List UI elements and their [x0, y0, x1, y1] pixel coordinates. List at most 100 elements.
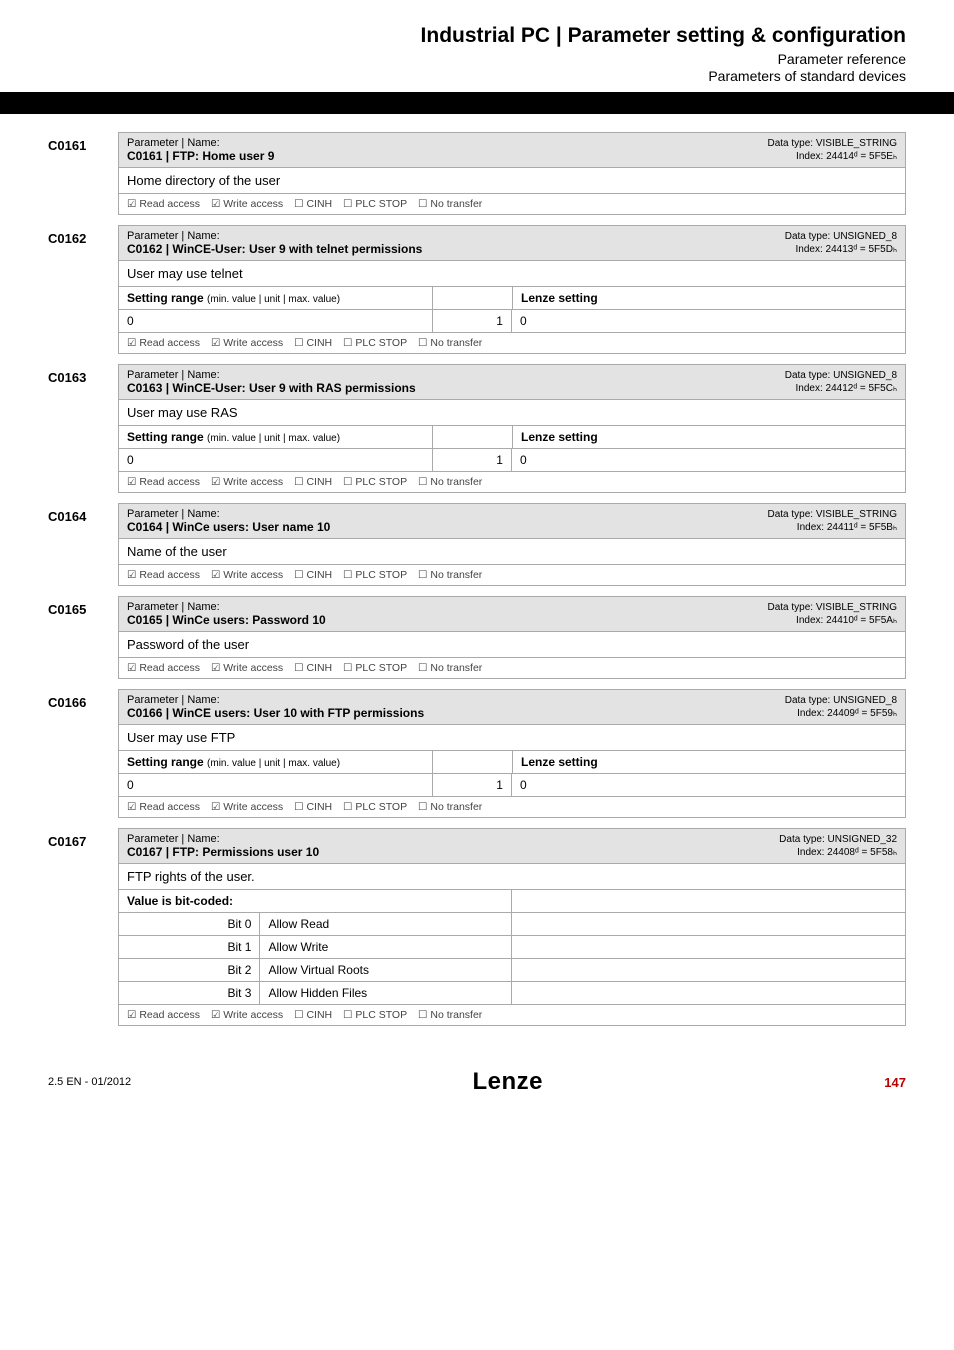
param-code: C0161	[48, 132, 102, 215]
access-flags: ☑ Read access ☑ Write access ☐ CINH ☐ PL…	[119, 472, 905, 492]
param-name-label: Parameter | Name:	[127, 369, 416, 381]
bitcoded-label: Value is bit-coded:	[119, 890, 512, 912]
param-header: Parameter | Name: C0167 | FTP: Permissio…	[119, 829, 905, 864]
flag-notransfer: ☐ No transfer	[418, 801, 482, 813]
param-name: C0165 | WinCe users: Password 10	[127, 613, 326, 627]
flag-read: ☑ Read access	[127, 569, 200, 581]
param-name: C0161 | FTP: Home user 9	[127, 149, 274, 163]
param-block: C0162 Parameter | Name: C0162 | WinCE-Us…	[48, 225, 906, 354]
param-block: C0165 Parameter | Name: C0165 | WinCe us…	[48, 596, 906, 679]
access-flags: ☑ Read access ☑ Write access ☐ CINH ☐ PL…	[119, 658, 905, 678]
bit-row: Bit 1 Allow Write	[119, 936, 905, 959]
bit-number: Bit 0	[119, 913, 260, 935]
bitcoded-header: Value is bit-coded:	[119, 890, 905, 913]
flag-read: ☑ Read access	[127, 198, 200, 210]
setting-range-sub: (min. value | unit | max. value)	[207, 758, 340, 769]
flag-write: ☑ Write access	[211, 801, 283, 813]
range-value-row: 0 1 0	[119, 774, 905, 797]
flag-cinh: ☐ CINH	[294, 198, 332, 210]
param-name: C0164 | WinCe users: User name 10	[127, 520, 330, 534]
flag-read: ☑ Read access	[127, 1009, 200, 1021]
data-type: Data type: VISIBLE_STRING	[768, 601, 898, 614]
range-header-row: Setting range (min. value | unit | max. …	[119, 426, 905, 449]
param-code: C0165	[48, 596, 102, 679]
flag-cinh: ☐ CINH	[294, 662, 332, 674]
flag-read: ☑ Read access	[127, 662, 200, 674]
range-max: 1	[433, 310, 512, 332]
flag-plc: ☐ PLC STOP	[343, 337, 407, 349]
flag-write: ☑ Write access	[211, 476, 283, 488]
bit-label: Allow Read	[260, 913, 512, 935]
page-title: Industrial PC | Parameter setting & conf…	[48, 24, 906, 48]
param-code: C0166	[48, 689, 102, 818]
data-type: Data type: VISIBLE_STRING	[768, 137, 898, 150]
lenze-setting-label: Lenze setting	[521, 430, 598, 444]
access-flags: ☑ Read access ☑ Write access ☐ CINH ☐ PL…	[119, 565, 905, 585]
flag-read: ☑ Read access	[127, 801, 200, 813]
param-header: Parameter | Name: C0163 | WinCE-User: Us…	[119, 365, 905, 400]
data-type: Data type: VISIBLE_STRING	[768, 508, 898, 521]
range-header-row: Setting range (min. value | unit | max. …	[119, 287, 905, 310]
param-name-label: Parameter | Name:	[127, 508, 330, 520]
range-value-row: 0 1 0	[119, 449, 905, 472]
flag-plc: ☐ PLC STOP	[343, 801, 407, 813]
flag-plc: ☐ PLC STOP	[343, 198, 407, 210]
param-block: C0167 Parameter | Name: C0167 | FTP: Per…	[48, 828, 906, 1026]
bit-number: Bit 2	[119, 959, 260, 981]
data-index: Index: 24414ᵈ = 5F5Eₕ	[768, 150, 898, 163]
flag-notransfer: ☐ No transfer	[418, 198, 482, 210]
param-name-label: Parameter | Name:	[127, 601, 326, 613]
flag-read: ☑ Read access	[127, 476, 200, 488]
access-flags: ☑ Read access ☑ Write access ☐ CINH ☐ PL…	[119, 194, 905, 214]
flag-notransfer: ☐ No transfer	[418, 476, 482, 488]
param-description: FTP rights of the user.	[119, 864, 905, 890]
lenze-setting-label: Lenze setting	[521, 291, 598, 305]
flag-cinh: ☐ CINH	[294, 569, 332, 581]
setting-range-label: Setting range	[127, 755, 204, 769]
page-subtitle-2: Parameters of standard devices	[48, 68, 906, 84]
flag-plc: ☐ PLC STOP	[343, 476, 407, 488]
lenze-value: 0	[512, 774, 905, 796]
flag-plc: ☐ PLC STOP	[343, 662, 407, 674]
flag-write: ☑ Write access	[211, 1009, 283, 1021]
flag-write: ☑ Write access	[211, 662, 283, 674]
flag-read: ☑ Read access	[127, 337, 200, 349]
data-index: Index: 24411ᵈ = 5F5Bₕ	[768, 521, 898, 534]
param-name: C0163 | WinCE-User: User 9 with RAS perm…	[127, 381, 416, 395]
flag-notransfer: ☐ No transfer	[418, 662, 482, 674]
footer-version: 2.5 EN - 01/2012	[48, 1076, 131, 1088]
footer-logo: Lenze	[472, 1068, 543, 1096]
lenze-value: 0	[512, 310, 905, 332]
param-header: Parameter | Name: C0166 | WinCE users: U…	[119, 690, 905, 725]
data-type: Data type: UNSIGNED_8	[785, 694, 897, 707]
param-block: C0163 Parameter | Name: C0163 | WinCE-Us…	[48, 364, 906, 493]
param-header: Parameter | Name: C0164 | WinCe users: U…	[119, 504, 905, 539]
range-value-row: 0 1 0	[119, 310, 905, 333]
bit-row: Bit 3 Allow Hidden Files	[119, 982, 905, 1005]
param-code: C0164	[48, 503, 102, 586]
flag-write: ☑ Write access	[211, 569, 283, 581]
data-index: Index: 24409ᵈ = 5F59ₕ	[785, 707, 897, 720]
bit-number: Bit 3	[119, 982, 260, 1004]
data-type: Data type: UNSIGNED_8	[785, 369, 897, 382]
param-code: C0162	[48, 225, 102, 354]
param-header: Parameter | Name: C0162 | WinCE-User: Us…	[119, 226, 905, 261]
bit-label: Allow Write	[260, 936, 512, 958]
param-name-label: Parameter | Name:	[127, 230, 422, 242]
flag-write: ☑ Write access	[211, 198, 283, 210]
param-block: C0164 Parameter | Name: C0164 | WinCe us…	[48, 503, 906, 586]
param-header: Parameter | Name: C0165 | WinCe users: P…	[119, 597, 905, 632]
range-min: 0	[119, 310, 433, 332]
flag-cinh: ☐ CINH	[294, 801, 332, 813]
param-name-label: Parameter | Name:	[127, 137, 274, 149]
footer-page-number: 147	[884, 1075, 906, 1090]
data-index: Index: 24410ᵈ = 5F5Aₕ	[768, 614, 898, 627]
param-name-label: Parameter | Name:	[127, 833, 319, 845]
page-subtitle-1: Parameter reference	[48, 51, 906, 67]
flag-cinh: ☐ CINH	[294, 476, 332, 488]
bit-label: Allow Virtual Roots	[260, 959, 512, 981]
data-type: Data type: UNSIGNED_32	[779, 833, 897, 846]
setting-range-label: Setting range	[127, 430, 204, 444]
param-name: C0167 | FTP: Permissions user 10	[127, 845, 319, 859]
flag-notransfer: ☐ No transfer	[418, 1009, 482, 1021]
